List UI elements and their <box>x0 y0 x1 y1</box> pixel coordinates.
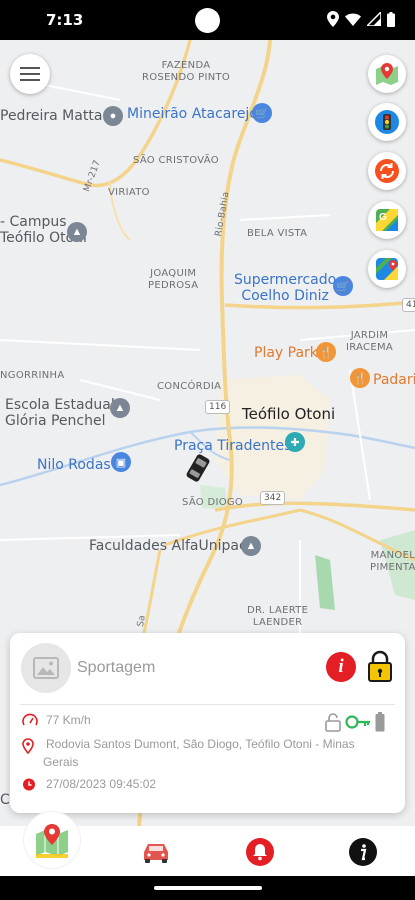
camera-cutout <box>195 8 220 33</box>
shopping-cart-icon: 🛒 <box>252 103 272 123</box>
status-time: 7:13 <box>46 11 84 29</box>
road-shield-342: 342 <box>260 491 286 505</box>
traffic-light-icon <box>375 110 399 134</box>
vehicle-info-card[interactable]: Sportagem i 77 Km/h Rodovia Santos Dumon… <box>10 633 405 813</box>
battery-icon <box>387 11 395 27</box>
unlocked-padlock-icon <box>325 713 341 732</box>
map-label-laerte: DR. LAERTE LAENDER <box>247 605 309 628</box>
map-label-road-sa: Sa <box>135 614 148 628</box>
battery-level-icon <box>375 712 385 732</box>
image-placeholder-icon <box>33 657 59 679</box>
road-shield-418: 418 <box>402 298 415 312</box>
datetime-value: 27/08/2023 09:45:02 <box>46 777 157 791</box>
map-label-concordia: CONCÓRDIA <box>157 381 222 392</box>
navigation-map-icon <box>376 258 398 280</box>
map-place-escola[interactable]: Escola Estadual Glória Penchel <box>5 397 115 429</box>
nav-alerts[interactable] <box>243 836 277 868</box>
google-maps-icon: G <box>376 209 398 231</box>
system-navigation-bar <box>0 876 415 900</box>
nav-vehicles[interactable] <box>139 836 173 868</box>
place-pin-icon: ● <box>103 106 123 126</box>
location-pin-icon <box>22 738 34 759</box>
location-icon <box>327 11 339 27</box>
map-place-teofilo-otoni[interactable]: Teófilo Otoni <box>242 406 335 422</box>
map-label-sao-diogo: SÃO DIOGO <box>182 497 244 508</box>
speed-value: 77 Km/h <box>46 713 91 727</box>
map-label-viriato: VIRIATO <box>108 187 150 198</box>
map-place-padaria[interactable]: Padaria <box>373 372 415 388</box>
lock-icon <box>368 650 392 682</box>
map-place-supermercado[interactable]: Supermercado Coelho Diniz <box>234 272 336 304</box>
refresh-button[interactable] <box>368 152 406 190</box>
map-label-sao-cristovao: SÃO CRISTOVÃO <box>133 155 219 166</box>
map-label-manoel: MANOEL PIMENTA <box>370 550 415 573</box>
speedometer-icon <box>22 713 38 732</box>
map-label-fazenda: FAZENDA ROSENDO PINTO <box>142 60 231 83</box>
vehicle-avatar <box>21 643 71 693</box>
map-label-ngorrinha: NGORRINHA <box>0 370 65 381</box>
vehicle-name: Sportagem <box>77 659 156 676</box>
signal-icon <box>367 12 381 26</box>
map-layers-button[interactable] <box>368 55 406 93</box>
car-icon <box>144 844 168 863</box>
bell-icon <box>246 838 274 866</box>
vehicle-marker <box>186 454 210 482</box>
status-bar: 7:13 <box>0 0 415 40</box>
school-icon: ▲ <box>67 222 87 242</box>
cart-pin-icon: 🛒 <box>333 276 353 296</box>
nav-info[interactable] <box>346 836 380 868</box>
vehicle-status-icons <box>325 712 385 732</box>
map-pin-icon <box>376 63 398 85</box>
map-place-praca[interactable]: Praça Tiradentes <box>174 438 291 454</box>
road-shield-116: 116 <box>205 400 231 414</box>
hamburger-icon <box>20 67 40 81</box>
ignition-key-icon <box>345 715 370 729</box>
google-maps-button[interactable]: G <box>368 201 406 239</box>
landmark-icon: ✚ <box>285 432 305 452</box>
map-place-pedreira[interactable]: Pedreira Mattar <box>0 108 108 124</box>
info-icon <box>349 838 377 866</box>
status-icons <box>327 11 395 27</box>
map-place-nilo[interactable]: Nilo Rodas <box>37 457 111 473</box>
restaurant-icon: 🍴 <box>350 368 370 388</box>
lock-button[interactable] <box>368 650 392 687</box>
map-place-faculdades[interactable]: Faculdades AlfaUnipac <box>89 538 247 554</box>
map-place-play-park[interactable]: Play Park <box>254 345 318 361</box>
car-service-icon: ▣ <box>111 452 131 472</box>
address-line2: Gerais <box>43 755 79 769</box>
card-divider <box>20 704 395 705</box>
nav-map[interactable] <box>24 812 80 868</box>
map-label-joaquim: JOAQUIM PEDROSA <box>148 268 199 291</box>
svg-text:G: G <box>379 212 387 223</box>
map-label-bela-vista: BELA VISTA <box>247 228 308 239</box>
navigation-button[interactable] <box>368 250 406 288</box>
school-icon: ▲ <box>241 536 261 556</box>
wifi-icon <box>345 13 361 26</box>
refresh-icon <box>375 159 399 183</box>
map-location-icon <box>36 824 68 858</box>
menu-button[interactable] <box>10 54 50 94</box>
info-alert-button[interactable]: i <box>326 652 356 682</box>
restaurant-icon: 🍴 <box>316 342 336 362</box>
clock-icon <box>22 777 36 796</box>
home-handle[interactable] <box>154 886 262 890</box>
school-icon: ▲ <box>110 398 130 418</box>
traffic-button[interactable] <box>368 103 406 141</box>
map-place-mineirao[interactable]: Mineirão Atacarejo <box>127 106 258 122</box>
address-line1: Rodovia Santos Dumont, São Diogo, Teófil… <box>46 737 355 751</box>
map-label-jardim: JARDIM IRACEMA <box>346 330 394 353</box>
